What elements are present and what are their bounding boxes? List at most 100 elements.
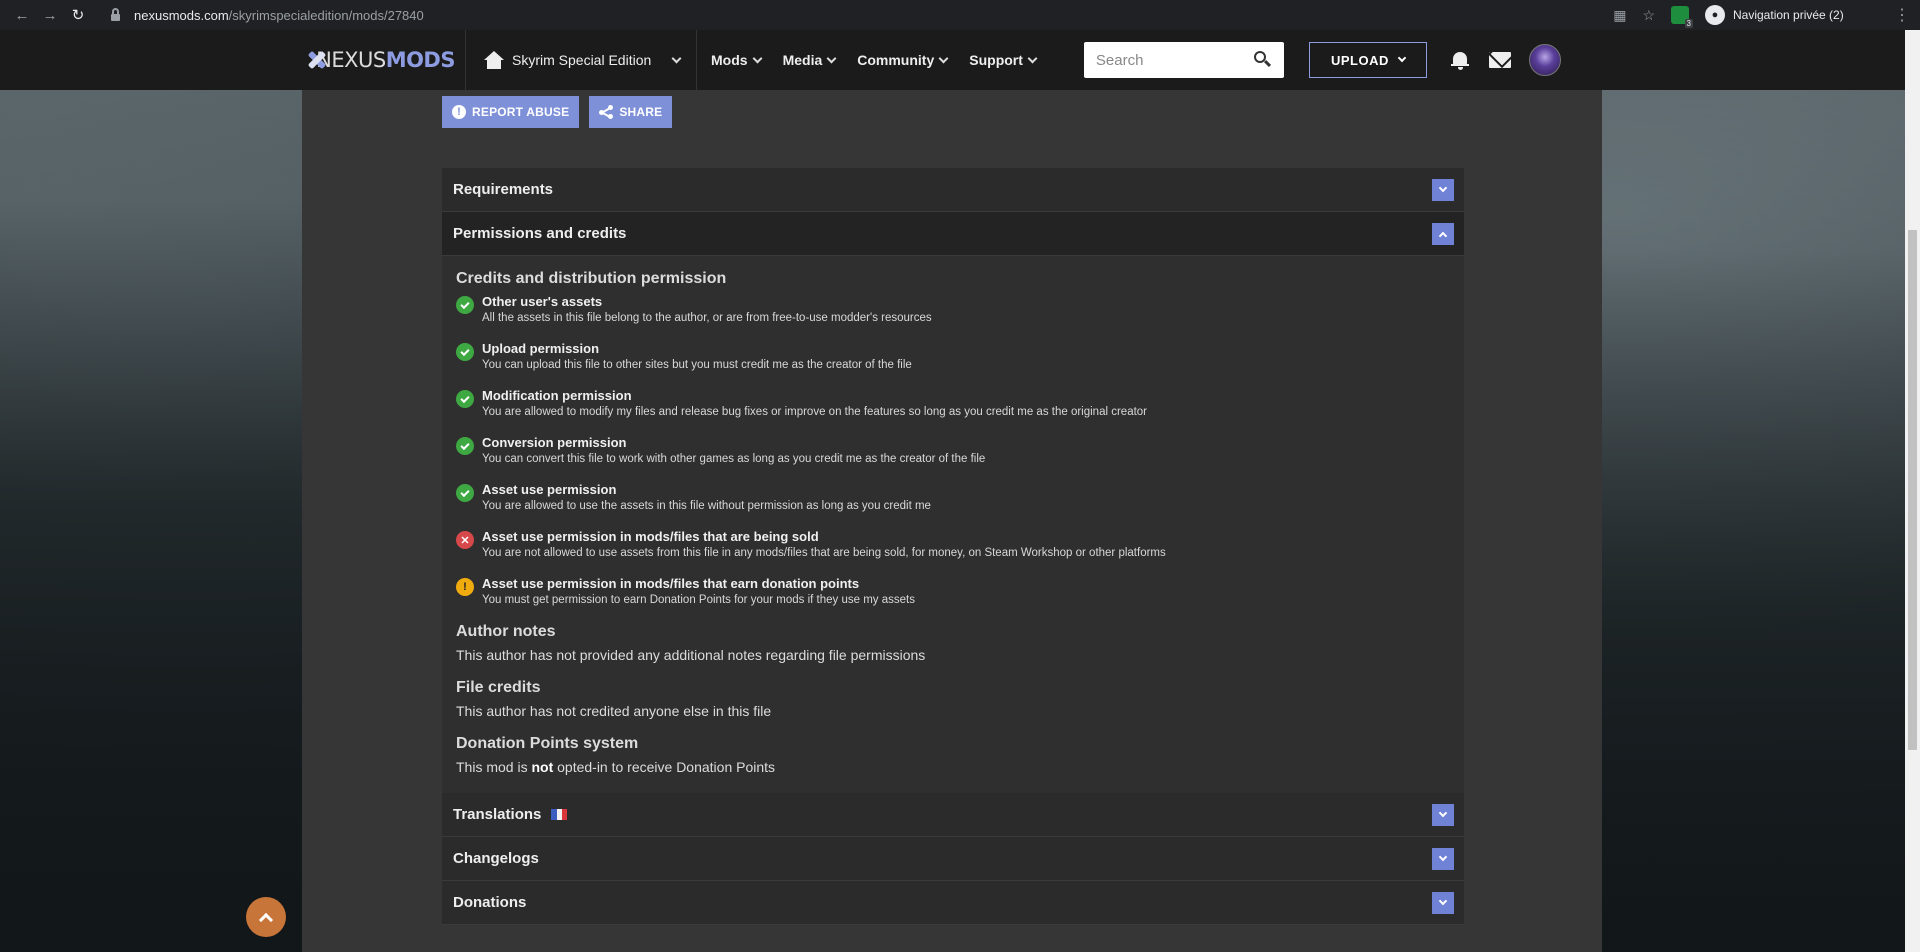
translate-icon[interactable]: ▦ [1613,7,1626,24]
nexus-logo-icon [305,48,310,72]
share-button[interactable]: SHARE [589,96,673,128]
check-icon [456,484,474,502]
permission-desc: You are allowed to use the assets in thi… [482,500,931,512]
permission-desc: You can convert this file to work with o… [482,453,986,465]
report-abuse-button[interactable]: ! REPORT ABUSE [442,96,580,128]
french-flag-icon [551,809,568,820]
url-domain: nexusmods.com [134,7,229,23]
tab-requirements[interactable]: Requirements [442,168,1464,212]
permission-title: Asset use permission in mods/files that … [482,576,860,591]
file-credits-title: File credits [456,679,541,696]
nav-mods[interactable]: Mods [711,52,763,68]
game-selector[interactable]: Skyrim Special Edition [465,30,697,90]
address-bar[interactable]: nexusmods.com/skyrimspecialedition/mods/… [100,3,1665,27]
bookmark-star-icon[interactable]: ☆ [1642,7,1655,24]
check-icon [456,437,474,455]
messages-mail-icon[interactable] [1488,52,1511,68]
permission-title: Upload permission [482,341,600,356]
permission-item: Other user's assets All the assets in thi… [456,294,1450,326]
permission-item: Upload permission You can upload this fil… [456,341,1450,373]
collapse-toggle-icon[interactable] [1432,222,1454,245]
nav-media[interactable]: Media [783,52,837,68]
tab-permissions-and-credits[interactable]: Permissions and credits [442,212,1464,256]
search-icon[interactable] [1253,51,1272,69]
mod-page-content: ! REPORT ABUSE SHARE Requirements Permis… [302,90,1602,952]
reload-icon[interactable]: ↻ [64,1,92,29]
url-path: /skyrimspecialedition/mods/27840 [228,7,424,23]
browser-menu-icon[interactable]: ⋮ [1894,5,1910,25]
browser-toolbar: ← → ↻ nexusmods.com/skyrimspecialedition… [0,0,1920,30]
page-scrollbar[interactable] [1905,30,1920,952]
nav-support[interactable]: Support [969,52,1038,68]
back-icon[interactable]: ← [8,1,36,29]
permission-title: Other user's assets [482,294,603,309]
nav-community[interactable]: Community [857,52,949,68]
upload-button[interactable]: UPLOAD [1308,42,1427,78]
permission-item: Modification permission You are allowed t… [456,388,1450,420]
expand-toggle-icon[interactable] [1432,178,1454,201]
permission-title: Modification permission [482,388,632,403]
cross-icon: ✕ [456,531,474,549]
background-trees-right [1600,250,1905,952]
notifications-bell-icon[interactable] [1450,50,1469,70]
incognito-icon: ● [1705,5,1725,25]
permission-item: ! Asset use permission in mods/files tha… [456,576,1450,608]
extension-shield-icon[interactable]: 3 [1671,6,1693,28]
chevron-down-icon [671,53,682,63]
search-input[interactable] [1095,51,1246,69]
permission-desc: You are not allowed to use assets from t… [482,547,1166,559]
chevron-down-icon [752,53,763,63]
background-trees-left [0,200,305,952]
permissions-panel: Credits and distribution permission Othe… [442,256,1464,793]
chevron-down-icon [1397,53,1407,63]
lock-icon [108,7,122,22]
tab-translations[interactable]: Translations [442,793,1464,837]
main-nav: Mods Media Community Support [711,30,1058,90]
scrollbar-thumb[interactable] [1908,230,1917,750]
permission-desc: You are allowed to modify my files and r… [482,406,1148,418]
tab-donations[interactable]: Donations [442,881,1464,925]
share-icon [599,105,614,119]
permission-item: Conversion permission You can convert thi… [456,435,1450,467]
permission-desc: All the assets in this file belong to th… [482,312,932,324]
back-to-top-button[interactable] [246,897,286,937]
expand-toggle-icon[interactable] [1432,847,1454,870]
forward-icon[interactable]: → [36,1,64,29]
file-credits-text: This author has not credited anyone else… [456,703,772,719]
author-notes-title: Author notes [456,623,556,640]
permission-desc: You can upload this file to other sites … [482,359,912,371]
author-notes-text: This author has not provided any additio… [456,647,926,663]
permission-desc: You must get permission to earn Donation… [482,594,915,606]
check-icon [456,343,474,361]
expand-toggle-icon[interactable] [1432,891,1454,914]
incognito-label: Navigation privée (2) [1733,8,1844,22]
check-icon [456,296,474,314]
chevron-up-icon [258,912,274,928]
chevron-down-icon [1027,53,1038,63]
search-box [1083,42,1284,78]
permission-title: Asset use permission in mods/files that … [482,529,819,544]
chevron-down-icon [826,53,837,63]
warning-icon: ! [456,578,474,596]
nexusmods-logo[interactable]: NEXUSMODS [305,30,455,90]
site-header: NEXUSMODS Skyrim Special Edition Mods Me… [0,30,1905,90]
permission-title: Conversion permission [482,435,627,450]
permission-title: Asset use permission [482,482,617,497]
tab-changelogs[interactable]: Changelogs [442,837,1464,881]
permission-item: Asset use permission You are allowed to u… [456,482,1450,514]
home-icon [484,51,504,69]
user-avatar[interactable] [1528,44,1561,76]
donation-points-title: Donation Points system [456,735,639,752]
check-icon [456,390,474,408]
game-name: Skyrim Special Edition [512,52,652,68]
extension-badge: 3 [1684,19,1693,28]
incognito-profile[interactable]: ● Navigation privée (2) [1705,5,1844,25]
credits-heading: Credits and distribution permission [456,270,727,287]
donation-points-text: This mod is not opted-in to receive Dona… [456,759,776,775]
logo-text: NEXUSMODS [316,48,455,72]
exclamation-icon: ! [452,105,466,119]
mod-info-accordion: Requirements Permissions and credits Cre… [442,168,1464,925]
permission-item: ✕ Asset use permission in mods/files tha… [456,529,1450,561]
chevron-down-icon [938,53,949,63]
expand-toggle-icon[interactable] [1432,803,1454,826]
